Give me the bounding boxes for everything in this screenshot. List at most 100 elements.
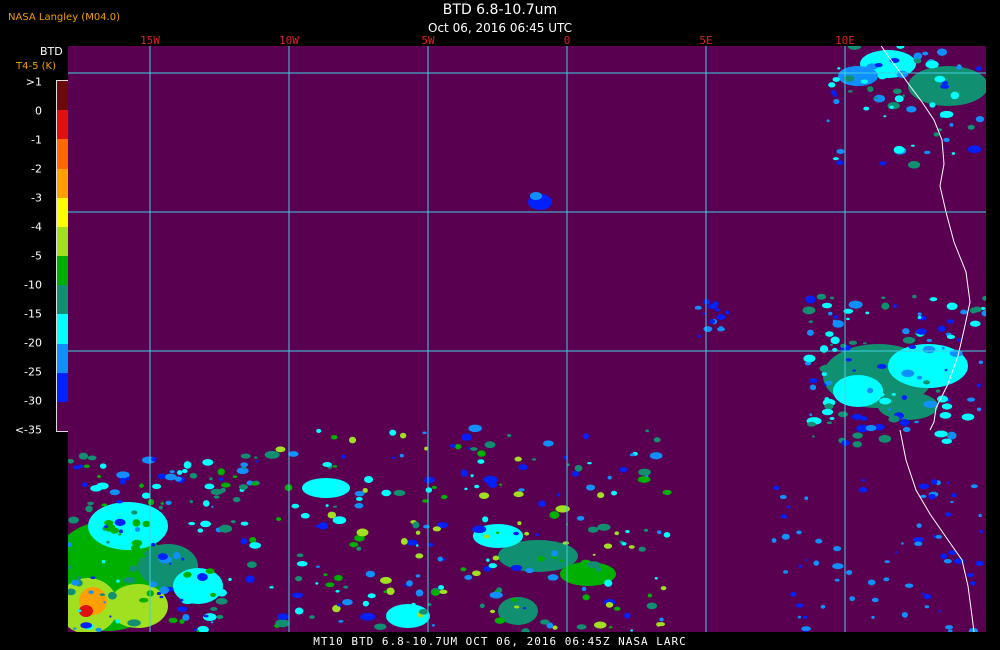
cloud-speck bbox=[821, 302, 833, 309]
cloud-blob bbox=[833, 375, 883, 407]
cloud-speck bbox=[923, 400, 938, 409]
cloud-speck bbox=[220, 482, 231, 488]
cloud-speck bbox=[790, 591, 797, 597]
cloud-speck bbox=[437, 556, 443, 562]
cloud-speck bbox=[832, 347, 838, 353]
cloud-speck bbox=[660, 586, 667, 591]
cloud-speck bbox=[820, 604, 826, 609]
cloud-speck bbox=[556, 493, 560, 497]
cloud-speck bbox=[581, 586, 587, 592]
legend-tick-label: -10 bbox=[24, 278, 42, 292]
legend-tick-label: -3 bbox=[31, 191, 42, 205]
cloud-speck bbox=[211, 505, 214, 508]
cloud-speck bbox=[899, 418, 910, 427]
cloud-speck bbox=[837, 411, 849, 418]
cloud-speck bbox=[101, 559, 106, 564]
cloud-speck bbox=[215, 598, 228, 605]
cloud-speck bbox=[510, 597, 519, 602]
cloud-speck bbox=[431, 589, 440, 596]
cloud-speck bbox=[83, 464, 90, 468]
cloud-speck bbox=[464, 487, 468, 491]
cloud-speck bbox=[901, 395, 908, 400]
cloud-speck bbox=[808, 320, 814, 323]
cloud-speck bbox=[946, 481, 951, 485]
cloud-speck bbox=[871, 615, 875, 619]
legend-units: T4-5 (K) bbox=[16, 61, 56, 72]
cloud-speck bbox=[833, 315, 839, 319]
cloud-speck bbox=[934, 75, 946, 83]
cloud-speck bbox=[127, 619, 141, 627]
cloud-speck bbox=[559, 559, 565, 562]
cloud-speck bbox=[852, 441, 862, 448]
cloud-speck bbox=[586, 561, 601, 569]
cloud-speck bbox=[902, 328, 910, 335]
legend-tick-label: -15 bbox=[24, 307, 42, 321]
cloud-speck bbox=[555, 505, 570, 513]
cloud-speck bbox=[936, 395, 949, 403]
cloud-speck bbox=[415, 530, 421, 535]
cloud-speck bbox=[80, 622, 92, 629]
cloud-speck bbox=[114, 518, 126, 527]
cloud-speck bbox=[879, 161, 887, 166]
legend-tick-label: -2 bbox=[31, 162, 42, 176]
cloud-speck bbox=[657, 622, 666, 627]
cloud-speck bbox=[513, 605, 520, 609]
cloud-speck bbox=[930, 479, 938, 485]
cloud-speck bbox=[200, 520, 212, 528]
cloud-speck bbox=[829, 417, 835, 420]
cloud-speck bbox=[638, 468, 651, 476]
satellite-map[interactable] bbox=[68, 46, 986, 632]
cloud-speck bbox=[852, 369, 857, 372]
cloud-speck bbox=[783, 570, 789, 574]
cloud-speck bbox=[309, 615, 315, 619]
cloud-speck bbox=[813, 560, 820, 566]
cloud-speck bbox=[316, 428, 322, 433]
cloud-speck bbox=[518, 464, 528, 471]
cloud-speck bbox=[716, 314, 726, 321]
cloud-speck bbox=[412, 521, 420, 529]
cloud-speck bbox=[479, 603, 485, 609]
cloud-speck bbox=[96, 530, 103, 535]
cloud-speck bbox=[104, 520, 114, 526]
cloud-speck bbox=[292, 592, 303, 599]
cloud-speck bbox=[901, 542, 904, 545]
cloud-speck bbox=[829, 343, 833, 346]
cloud-speck bbox=[694, 305, 702, 310]
cloud-speck bbox=[819, 364, 835, 373]
cloud-speck bbox=[218, 477, 224, 481]
cloud-speck bbox=[400, 538, 408, 545]
cloud-speck bbox=[468, 424, 482, 433]
cloud-speck bbox=[802, 306, 816, 315]
cloud-speck bbox=[624, 612, 631, 619]
cloud-speck bbox=[863, 342, 867, 345]
cloud-speck bbox=[703, 326, 713, 332]
cloud-speck bbox=[851, 413, 863, 420]
cloud-speck bbox=[582, 433, 589, 440]
cloud-speck bbox=[836, 148, 845, 154]
cloud-speck bbox=[891, 392, 896, 396]
cloud-speck bbox=[549, 511, 560, 519]
cloud-speck bbox=[916, 375, 923, 380]
cloud-speck bbox=[805, 558, 808, 562]
cloud-speck bbox=[796, 530, 802, 535]
cloud-speck bbox=[245, 575, 255, 583]
cloud-speck bbox=[938, 609, 942, 612]
cloud-speck bbox=[608, 626, 613, 629]
cloud-speck bbox=[341, 454, 346, 460]
image-timestamp: Oct 06, 2016 06:45 UTC bbox=[428, 21, 572, 35]
cloud-speck bbox=[645, 429, 650, 433]
cloud-speck bbox=[343, 585, 349, 589]
cloud-speck bbox=[946, 319, 955, 324]
cloud-speck bbox=[916, 523, 922, 528]
cloud-speck bbox=[157, 553, 168, 560]
cloud-speck bbox=[901, 369, 915, 378]
cloud-speck bbox=[240, 462, 249, 468]
cloud-speck bbox=[951, 152, 956, 155]
cloud-speck bbox=[367, 593, 376, 599]
cloud-speck bbox=[423, 524, 430, 529]
legend-tick-label: -1 bbox=[31, 133, 42, 147]
cloud-speck bbox=[894, 551, 898, 554]
cloud-speck bbox=[159, 595, 164, 599]
cloud-speck bbox=[389, 429, 397, 436]
cloud-speck bbox=[712, 301, 719, 307]
